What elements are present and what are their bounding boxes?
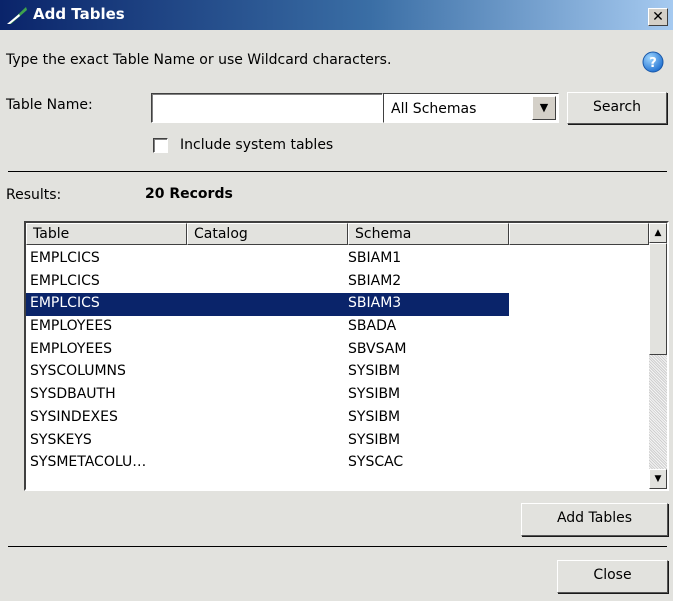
table-name-input[interactable]: [151, 93, 383, 123]
include-system-tables-checkbox[interactable]: [153, 138, 168, 153]
table-row[interactable]: SYSINDEXES SYSIBM: [26, 407, 509, 430]
table-row[interactable]: EMPLCICS SBIAM2: [26, 271, 509, 294]
close-button[interactable]: Close: [557, 560, 668, 593]
cell-schema: SYSCAC: [348, 454, 404, 471]
cell-table: EMPLOYEES: [30, 340, 113, 357]
cell-schema: SBADA: [348, 318, 397, 335]
table-row[interactable]: EMPLCICS SBIAM1: [26, 248, 509, 271]
include-system-tables-label[interactable]: Include system tables: [180, 137, 333, 153]
column-header-catalog[interactable]: Catalog: [187, 223, 348, 245]
divider: [8, 546, 667, 547]
cell-table: SYSKEYS: [30, 431, 92, 448]
datasource-icon: [7, 7, 27, 24]
table-body: EMPLCICS SBIAM1 EMPLCICS SBIAM2 EMPLCICS SBIA…: [26, 248, 649, 475]
cell-table: EMPLCICS: [30, 272, 100, 289]
cell-schema: SYSIBM: [348, 431, 401, 448]
cell-schema: SBIAM1: [348, 250, 402, 266]
cell-schema: SBIAM2: [348, 272, 402, 289]
cell-schema: SYSIBM: [348, 408, 401, 425]
table-row[interactable]: EMPLOYEES SBADA: [26, 316, 509, 339]
scroll-thumb[interactable]: [649, 243, 667, 355]
window-title: Add Tables: [33, 5, 125, 23]
table-name-label: Table Name:: [6, 97, 93, 113]
scroll-down-icon[interactable]: ▼: [649, 469, 667, 489]
column-header-schema[interactable]: Schema: [348, 223, 509, 245]
table-row[interactable]: SYSKEYS SYSIBM: [26, 430, 509, 453]
table-header: Table Catalog Schema: [26, 223, 649, 245]
schema-dropdown[interactable]: All Schemas ▼: [383, 93, 559, 123]
close-icon[interactable]: ✕: [648, 8, 668, 26]
schema-selected-value: All Schemas: [391, 101, 477, 117]
table-row[interactable]: SYSCOLUMNS SYSIBM: [26, 361, 509, 384]
cell-schema: SYSIBM: [348, 363, 401, 380]
table-row[interactable]: SYSDBAUTH SYSIBM: [26, 384, 509, 407]
chevron-down-icon[interactable]: ▼: [532, 96, 556, 120]
help-icon[interactable]: ?: [642, 51, 664, 73]
column-header-empty[interactable]: [509, 223, 649, 245]
results-table[interactable]: Table Catalog Schema EMPLCICS SBIAM1 EMPLC…: [24, 221, 669, 491]
cell-table: EMPLOYEES: [30, 318, 113, 335]
cell-schema: SYSIBM: [348, 386, 401, 403]
divider: [8, 171, 667, 172]
cell-table: SYSCOLUMNS: [30, 363, 126, 380]
table-row[interactable]: SYSMETACOLU… SYSCAC: [26, 452, 509, 475]
cell-table: SYSDBAUTH: [30, 386, 116, 403]
cell-schema: SBVSAM: [348, 340, 407, 357]
results-count: 20 Records: [145, 186, 233, 202]
add-tables-button[interactable]: Add Tables: [521, 503, 668, 536]
cell-table: SYSINDEXES: [30, 408, 118, 425]
search-button[interactable]: Search: [567, 92, 667, 124]
cell-table: EMPLCICS: [30, 295, 100, 312]
scroll-up-icon[interactable]: ▲: [649, 223, 667, 243]
column-header-table[interactable]: Table: [26, 223, 187, 245]
cell-schema: SBIAM3: [348, 295, 402, 312]
results-label: Results:: [6, 187, 62, 203]
table-row[interactable]: EMPLCICS SBIAM3: [26, 293, 509, 317]
cell-table: SYSMETACOLU…: [30, 454, 147, 471]
cell-table: EMPLCICS: [30, 250, 100, 266]
vertical-scrollbar[interactable]: ▲ ▼: [649, 223, 667, 489]
svg-text:?: ?: [649, 56, 657, 71]
title-bar[interactable]: Add Tables ✕: [0, 0, 673, 30]
table-row[interactable]: EMPLOYEES SBVSAM: [26, 339, 509, 362]
instruction-text: Type the exact Table Name or use Wildcar…: [6, 52, 392, 68]
